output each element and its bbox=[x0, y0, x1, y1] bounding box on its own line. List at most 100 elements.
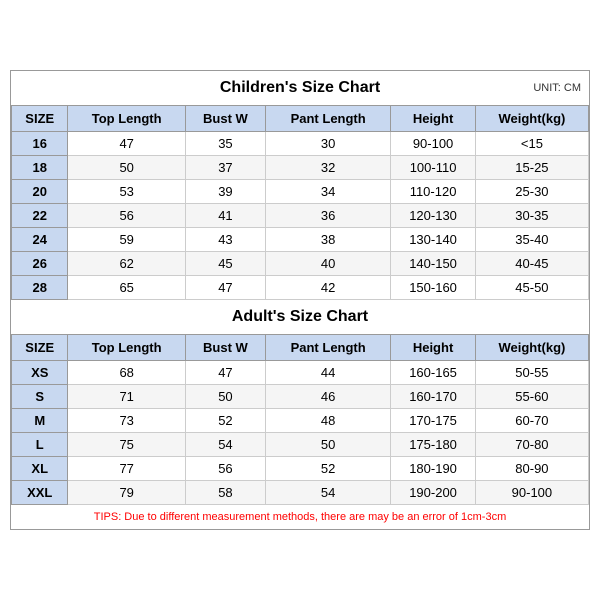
table-row: 22564136120-13030-35 bbox=[12, 204, 589, 228]
children-title-text: Children's Size Chart bbox=[220, 79, 380, 96]
children-header-size: SIZE bbox=[12, 106, 68, 132]
data-cell: 56 bbox=[68, 204, 185, 228]
children-table-header: SIZE Top Length Bust W Pant Length Heigh… bbox=[12, 106, 589, 132]
adult-header-top-length: Top Length bbox=[68, 335, 185, 361]
table-row: 26624540140-15040-45 bbox=[12, 252, 589, 276]
data-cell: 52 bbox=[185, 409, 265, 433]
children-header-height: Height bbox=[391, 106, 476, 132]
table-row: 20533934110-12025-30 bbox=[12, 180, 589, 204]
data-cell: 75 bbox=[68, 433, 185, 457]
data-cell: 42 bbox=[266, 276, 391, 300]
data-cell: 47 bbox=[185, 361, 265, 385]
data-cell: 55-60 bbox=[475, 385, 588, 409]
data-cell: 34 bbox=[266, 180, 391, 204]
table-row: XL775652180-19080-90 bbox=[12, 457, 589, 481]
data-cell: 47 bbox=[68, 132, 185, 156]
children-header-pant-length: Pant Length bbox=[266, 106, 391, 132]
size-cell: L bbox=[12, 433, 68, 457]
table-row: 24594338130-14035-40 bbox=[12, 228, 589, 252]
tips-content: TIPS: Due to different measurement metho… bbox=[94, 511, 506, 523]
data-cell: 79 bbox=[68, 481, 185, 505]
data-cell: 48 bbox=[266, 409, 391, 433]
size-cell: 24 bbox=[12, 228, 68, 252]
children-title: Children's Size Chart UNIT: CM bbox=[11, 71, 589, 105]
table-row: L755450175-18070-80 bbox=[12, 433, 589, 457]
data-cell: 71 bbox=[68, 385, 185, 409]
data-cell: 35-40 bbox=[475, 228, 588, 252]
data-cell: 170-175 bbox=[391, 409, 476, 433]
data-cell: 73 bbox=[68, 409, 185, 433]
data-cell: 54 bbox=[185, 433, 265, 457]
data-cell: 52 bbox=[266, 457, 391, 481]
size-cell: 26 bbox=[12, 252, 68, 276]
data-cell: 43 bbox=[185, 228, 265, 252]
data-cell: 56 bbox=[185, 457, 265, 481]
tips-text: TIPS: Due to different measurement metho… bbox=[11, 505, 589, 529]
data-cell: 40-45 bbox=[475, 252, 588, 276]
adult-title-text: Adult's Size Chart bbox=[232, 308, 368, 325]
table-row: XXL795854190-20090-100 bbox=[12, 481, 589, 505]
data-cell: 50 bbox=[68, 156, 185, 180]
size-cell: 18 bbox=[12, 156, 68, 180]
data-cell: 32 bbox=[266, 156, 391, 180]
data-cell: 175-180 bbox=[391, 433, 476, 457]
children-header-bust-w: Bust W bbox=[185, 106, 265, 132]
children-header-weight: Weight(kg) bbox=[475, 106, 588, 132]
data-cell: 60-70 bbox=[475, 409, 588, 433]
data-cell: 130-140 bbox=[391, 228, 476, 252]
data-cell: 77 bbox=[68, 457, 185, 481]
size-chart-container: Children's Size Chart UNIT: CM SIZE Top … bbox=[10, 70, 590, 530]
data-cell: 41 bbox=[185, 204, 265, 228]
children-table: SIZE Top Length Bust W Pant Length Heigh… bbox=[11, 105, 589, 300]
size-cell: 20 bbox=[12, 180, 68, 204]
size-cell: M bbox=[12, 409, 68, 433]
unit-label: UNIT: CM bbox=[533, 82, 581, 94]
data-cell: 180-190 bbox=[391, 457, 476, 481]
size-cell: 28 bbox=[12, 276, 68, 300]
data-cell: 140-150 bbox=[391, 252, 476, 276]
data-cell: 44 bbox=[266, 361, 391, 385]
size-cell: XXL bbox=[12, 481, 68, 505]
adult-header-pant-length: Pant Length bbox=[266, 335, 391, 361]
data-cell: 120-130 bbox=[391, 204, 476, 228]
size-cell: S bbox=[12, 385, 68, 409]
data-cell: 80-90 bbox=[475, 457, 588, 481]
data-cell: 40 bbox=[266, 252, 391, 276]
data-cell: 36 bbox=[266, 204, 391, 228]
table-row: 28654742150-16045-50 bbox=[12, 276, 589, 300]
table-row: M735248170-17560-70 bbox=[12, 409, 589, 433]
data-cell: 65 bbox=[68, 276, 185, 300]
size-cell: XL bbox=[12, 457, 68, 481]
adult-table-body: XS684744160-16550-55S715046160-17055-60M… bbox=[12, 361, 589, 505]
data-cell: 15-25 bbox=[475, 156, 588, 180]
data-cell: 68 bbox=[68, 361, 185, 385]
adult-header-height: Height bbox=[391, 335, 476, 361]
adult-title: Adult's Size Chart bbox=[11, 300, 589, 334]
data-cell: 47 bbox=[185, 276, 265, 300]
data-cell: 46 bbox=[266, 385, 391, 409]
table-row: 1647353090-100<15 bbox=[12, 132, 589, 156]
table-row: S715046160-17055-60 bbox=[12, 385, 589, 409]
adult-header-weight: Weight(kg) bbox=[475, 335, 588, 361]
data-cell: 45 bbox=[185, 252, 265, 276]
size-cell: XS bbox=[12, 361, 68, 385]
data-cell: 160-165 bbox=[391, 361, 476, 385]
data-cell: 70-80 bbox=[475, 433, 588, 457]
data-cell: 160-170 bbox=[391, 385, 476, 409]
data-cell: 54 bbox=[266, 481, 391, 505]
data-cell: 25-30 bbox=[475, 180, 588, 204]
data-cell: 30 bbox=[266, 132, 391, 156]
data-cell: 62 bbox=[68, 252, 185, 276]
data-cell: 38 bbox=[266, 228, 391, 252]
data-cell: 50 bbox=[185, 385, 265, 409]
children-header-top-length: Top Length bbox=[68, 106, 185, 132]
data-cell: 50-55 bbox=[475, 361, 588, 385]
data-cell: 50 bbox=[266, 433, 391, 457]
data-cell: 59 bbox=[68, 228, 185, 252]
data-cell: 35 bbox=[185, 132, 265, 156]
children-table-body: 1647353090-100<1518503732100-11015-25205… bbox=[12, 132, 589, 300]
size-cell: 16 bbox=[12, 132, 68, 156]
data-cell: 90-100 bbox=[475, 481, 588, 505]
table-row: 18503732100-11015-25 bbox=[12, 156, 589, 180]
size-cell: 22 bbox=[12, 204, 68, 228]
